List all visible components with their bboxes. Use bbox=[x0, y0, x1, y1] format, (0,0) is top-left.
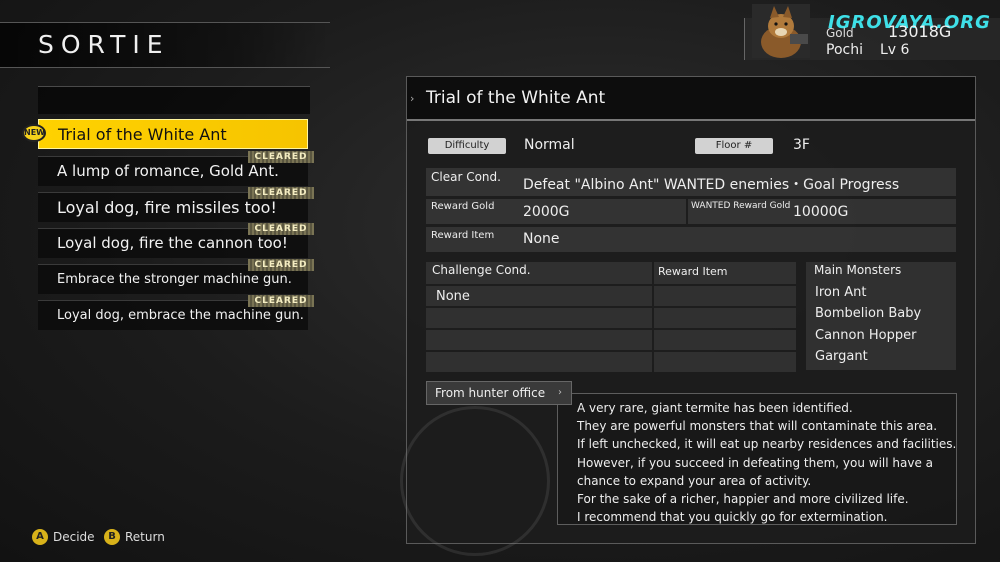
b-button-icon[interactable]: B bbox=[104, 529, 120, 545]
floor-value: 3F bbox=[793, 137, 810, 153]
challenge-cell bbox=[654, 308, 796, 328]
return-label: Return bbox=[125, 530, 165, 544]
pet-level: Lv 6 bbox=[880, 42, 910, 58]
monster-item: Gargant bbox=[815, 349, 868, 364]
hunter-office-label: From hunter office bbox=[435, 386, 546, 400]
hunter-office-stamp-icon bbox=[400, 406, 550, 556]
gold-label: Gold bbox=[826, 26, 854, 40]
description-line: I recommend that you quickly go for exte… bbox=[577, 510, 888, 524]
difficulty-value: Normal bbox=[524, 137, 575, 153]
challenge-cond-value: None bbox=[436, 289, 470, 304]
mission-item-fire-missiles[interactable]: Loyal dog, fire missiles too! CLEARED bbox=[38, 187, 314, 222]
cleared-badge: CLEARED bbox=[248, 187, 314, 199]
clear-cond-value: Defeat "Albino Ant" WANTED enemies・Goal … bbox=[523, 177, 900, 193]
mission-label: Loyal dog, fire the cannon too! bbox=[57, 234, 288, 252]
challenge-reward-label: Reward Item bbox=[658, 265, 728, 278]
detail-title: Trial of the White Ant bbox=[426, 88, 606, 108]
description-line: A very rare, giant termite has been iden… bbox=[577, 401, 853, 415]
reward-item-label: Reward Item bbox=[431, 230, 495, 241]
mission-item-trial-white-ant[interactable]: Trial of the White Ant bbox=[38, 119, 308, 149]
gold-value: 13018G bbox=[888, 22, 952, 41]
screen-title: SORTIE bbox=[38, 30, 170, 59]
monsters-label: Main Monsters bbox=[814, 263, 902, 277]
cleared-badge: CLEARED bbox=[248, 259, 314, 271]
clear-cond-label: Clear Cond. bbox=[431, 170, 501, 184]
decide-label: Decide bbox=[53, 530, 95, 544]
challenge-cell bbox=[654, 286, 796, 306]
cleared-badge: CLEARED bbox=[248, 151, 314, 163]
challenge-cell bbox=[426, 330, 652, 350]
mission-label: Embrace the stronger machine gun. bbox=[57, 272, 292, 287]
challenge-cell bbox=[426, 308, 652, 328]
cleared-badge: CLEARED bbox=[248, 295, 314, 307]
mission-label: Trial of the White Ant bbox=[58, 125, 227, 144]
description-line: They are powerful monsters that will con… bbox=[577, 419, 938, 433]
wanted-reward-label: WANTED Reward Gold bbox=[691, 201, 791, 211]
description-line: chance to expand your area of activity. bbox=[577, 474, 812, 488]
reward-item-row bbox=[426, 227, 956, 252]
challenge-cond-label: Challenge Cond. bbox=[432, 263, 531, 277]
mission-item-fire-cannon[interactable]: Loyal dog, fire the cannon too! CLEARED bbox=[38, 223, 314, 258]
pet-name: Pochi bbox=[826, 42, 863, 58]
mission-item-embrace-machine-gun[interactable]: Loyal dog, embrace the machine gun. CLEA… bbox=[38, 295, 314, 330]
reward-item-value: None bbox=[523, 231, 560, 247]
a-button-icon[interactable]: A bbox=[32, 529, 48, 545]
challenge-cell bbox=[654, 330, 796, 350]
mission-label: Loyal dog, fire missiles too! bbox=[57, 198, 277, 217]
monster-item: Bombelion Baby bbox=[815, 306, 922, 321]
floor-label: Floor # bbox=[695, 138, 773, 154]
description-line: For the sake of a richer, happier and mo… bbox=[577, 492, 909, 506]
mission-label: A lump of romance, Gold Ant. bbox=[57, 162, 279, 180]
chevron-right-icon: › bbox=[410, 92, 415, 105]
monster-item: Iron Ant bbox=[815, 285, 867, 300]
reward-gold-label: Reward Gold bbox=[431, 201, 495, 212]
mission-list-header bbox=[38, 86, 310, 114]
wanted-reward-value: 10000G bbox=[793, 204, 849, 220]
mission-item-stronger-machine-gun[interactable]: Embrace the stronger machine gun. CLEARE… bbox=[38, 259, 314, 294]
description-line: If left unchecked, it will eat up nearby… bbox=[577, 437, 957, 451]
reward-gold-value: 2000G bbox=[523, 204, 570, 220]
challenge-cell bbox=[654, 352, 796, 372]
challenge-cell bbox=[426, 352, 652, 372]
description-line: However, if you succeed in defeating the… bbox=[577, 456, 934, 470]
difficulty-label: Difficulty bbox=[428, 138, 506, 154]
mission-label: Loyal dog, embrace the machine gun. bbox=[57, 308, 304, 323]
dog-portrait-icon bbox=[752, 4, 810, 58]
chevron-right-icon: › bbox=[558, 387, 562, 398]
monster-item: Cannon Hopper bbox=[815, 328, 917, 343]
new-badge: NEW bbox=[22, 124, 46, 142]
cleared-badge: CLEARED bbox=[248, 223, 314, 235]
mission-item-gold-ant[interactable]: A lump of romance, Gold Ant. CLEARED bbox=[38, 151, 314, 186]
